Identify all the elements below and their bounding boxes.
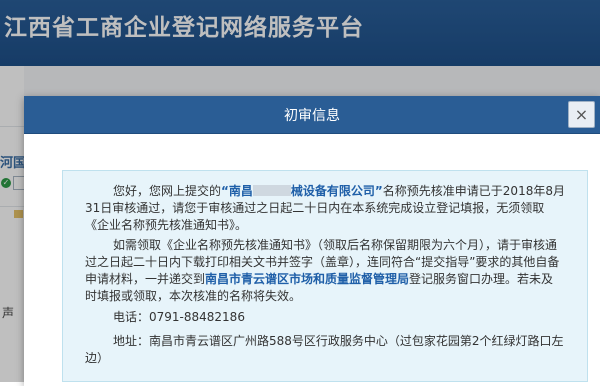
dialog-title: 初审信息 — [284, 108, 340, 124]
contact-address: 地址：南昌市青云谱区广州路588号区行政服务中心（过包家花园第2个红绿灯路口左边… — [85, 334, 564, 365]
notice-box: 您好，您网上提交的“南昌 械设备有限公司”名称预先核准申请已于2018年8月31日… — [62, 170, 588, 382]
redacted-text — [252, 185, 291, 196]
approval-text: 您好，您网上提交的 — [113, 184, 222, 198]
company-name: “南昌 械设备有限公司” — [221, 184, 383, 198]
agency-name: 南昌市青云谱区市场和质量监督管理局 — [205, 272, 410, 286]
contact-phone: 电话：0791-88482186 — [113, 310, 245, 324]
dialog-header: 初审信息 × — [24, 96, 600, 134]
notice-paragraph-pickup: 如需领取《企业名称预先核准通知书》（领取后名称保留期限为六个月），请于审核通过之… — [85, 237, 565, 305]
company-name-start: “南昌 — [221, 184, 253, 198]
preliminary-review-dialog: 初审信息 × 您好，您网上提交的“南昌 械设备有限公司”名称预先核准申请已于201… — [24, 96, 600, 386]
close-button[interactable]: × — [568, 101, 595, 128]
company-name-end: 械设备有限公司” — [290, 184, 383, 198]
notice-paragraph-approval: 您好，您网上提交的“南昌 械设备有限公司”名称预先核准申请已于2018年8月31日… — [85, 183, 565, 234]
